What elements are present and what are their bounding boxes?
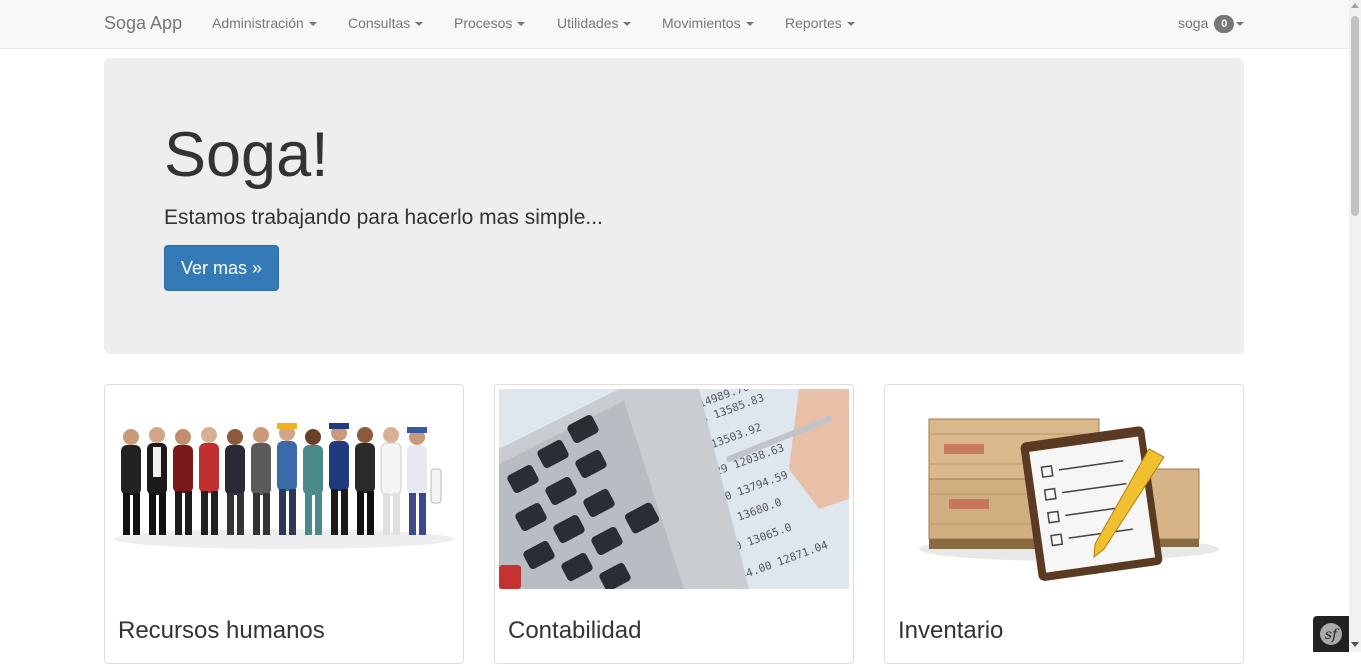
notification-badge: 0 xyxy=(1214,15,1235,34)
menu-reportes[interactable]: Reportes xyxy=(785,15,855,31)
caret-down-icon xyxy=(745,22,754,27)
symfony-icon: sf xyxy=(1320,623,1342,645)
card-title[interactable]: Recursos humanos xyxy=(118,617,325,645)
menu-administracion[interactable]: Administración xyxy=(212,15,317,31)
calculator-image[interactable]: 9.54 14989.76 -1403.93 13585.83 -81.91 1… xyxy=(499,389,849,589)
caret-down-icon xyxy=(415,22,424,27)
top-navbar: Soga App Administración Consultas Proces… xyxy=(0,0,1349,49)
card-title[interactable]: Contabilidad xyxy=(508,617,641,645)
menu-consultas[interactable]: Consultas xyxy=(348,15,424,31)
scroll-up-arrow-icon[interactable] xyxy=(1351,3,1359,8)
caret-down-icon xyxy=(846,22,855,27)
symfony-debug-toolbar-toggle[interactable]: sf xyxy=(1313,616,1349,652)
menu-utilidades[interactable]: Utilidades xyxy=(557,15,632,31)
card-contabilidad: 9.54 14989.76 -1403.93 13585.83 -81.91 1… xyxy=(494,384,854,664)
menu-procesos[interactable]: Procesos xyxy=(454,15,526,31)
caret-down-icon xyxy=(517,22,526,27)
caret-down-icon xyxy=(1236,22,1245,27)
hero-subtitle: Estamos trabajando para hacerlo mas simp… xyxy=(164,206,603,229)
page-scrollbar[interactable] xyxy=(1349,0,1361,652)
brand-link[interactable]: Soga App xyxy=(104,13,182,34)
card-title[interactable]: Inventario xyxy=(898,617,1003,645)
scroll-thumb[interactable] xyxy=(1351,16,1359,216)
card-inventario: Inventario xyxy=(884,384,1244,664)
card-recursos-humanos: Recursos humanos xyxy=(104,384,464,664)
menu-movimientos[interactable]: Movimientos xyxy=(662,15,754,31)
caret-down-icon xyxy=(623,22,632,27)
user-menu[interactable]: soga 0 xyxy=(1178,15,1245,34)
ver-mas-button[interactable]: Ver mas » xyxy=(164,245,279,291)
workers-group-image[interactable] xyxy=(109,389,459,589)
hero-title: Soga! xyxy=(164,120,329,190)
scroll-down-arrow-icon[interactable] xyxy=(1351,642,1359,647)
inventory-crates-image[interactable] xyxy=(889,389,1239,589)
caret-down-icon xyxy=(308,22,317,27)
hero-jumbotron: Soga! Estamos trabajando para hacerlo ma… xyxy=(104,58,1244,354)
